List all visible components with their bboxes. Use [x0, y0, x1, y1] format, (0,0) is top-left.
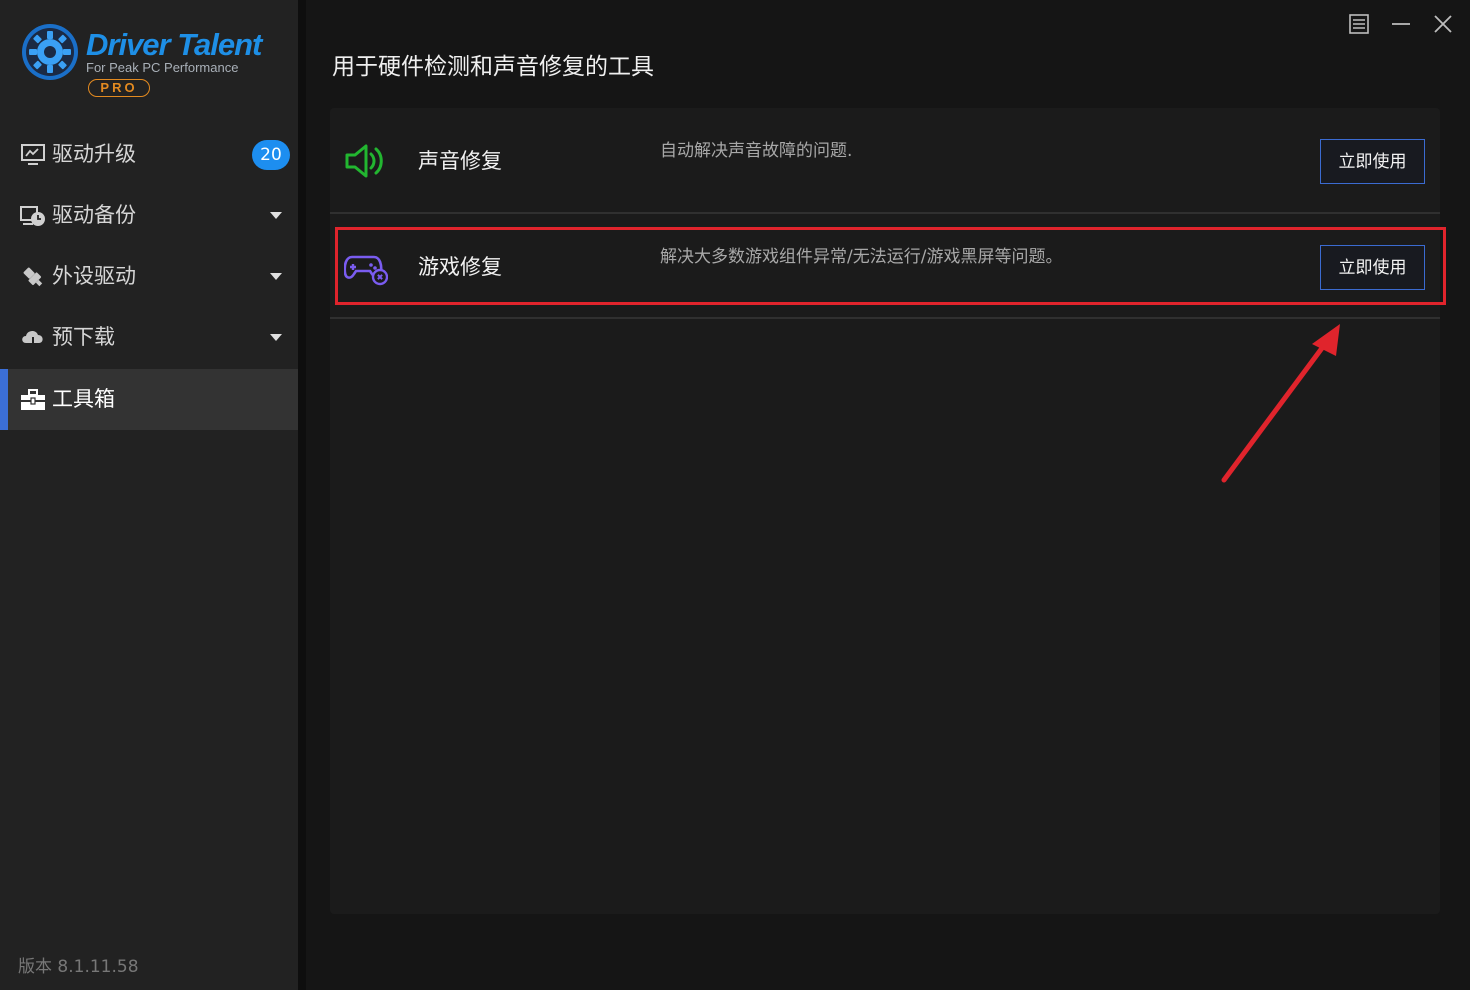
row-divider — [330, 317, 1440, 319]
close-icon[interactable] — [1429, 10, 1457, 38]
tool-name: 声音修复 — [418, 149, 502, 173]
chevron-down-icon[interactable] — [270, 334, 282, 341]
sidebar-item-peripheral-drivers[interactable]: 外设驱动 — [0, 246, 298, 307]
use-now-button-game-repair[interactable]: 立即使用 — [1320, 245, 1425, 290]
speaker-icon — [345, 144, 383, 178]
sidebar-item-label: 外设驱动 — [52, 264, 136, 288]
gamepad-icon — [344, 255, 388, 286]
page-title: 用于硬件检测和声音修复的工具 — [332, 54, 654, 80]
app-version: 版本 8.1.11.58 — [18, 957, 139, 977]
tool-row-game-repair: 游戏修复 解决大多数游戏组件异常/无法运行/游戏黑屏等问题。 立即使用 — [330, 214, 1440, 318]
sidebar-item-label: 驱动备份 — [52, 203, 136, 227]
gear-logo-icon — [22, 24, 78, 80]
toolbox-icon — [21, 389, 45, 410]
tool-name: 游戏修复 — [418, 255, 502, 279]
use-now-button-sound-repair[interactable]: 立即使用 — [1320, 139, 1425, 184]
chevron-down-icon[interactable] — [270, 212, 282, 219]
tool-description: 解决大多数游戏组件异常/无法运行/游戏黑屏等问题。 — [660, 247, 1063, 267]
sidebar-item-driver-backup[interactable]: 驱动备份 — [0, 185, 298, 246]
sidebar-item-pre-download[interactable]: 预下载 — [0, 307, 298, 368]
sidebar-divider — [298, 0, 306, 990]
usb-plug-icon — [23, 267, 43, 287]
menu-icon[interactable] — [1345, 10, 1373, 38]
sidebar: Driver Talent For Peak PC Performance PR… — [0, 0, 298, 990]
sidebar-item-label: 工具箱 — [52, 387, 115, 411]
logo-subtitle: For Peak PC Performance — [86, 60, 239, 75]
logo-edition-badge: PRO — [88, 79, 150, 97]
monitor-icon — [21, 144, 45, 165]
backup-clock-icon — [20, 206, 45, 226]
tool-row-sound-repair: 声音修复 自动解决声音故障的问题. 立即使用 — [330, 108, 1440, 212]
minimize-icon[interactable] — [1387, 10, 1415, 38]
logo-title: Driver Talent — [86, 27, 262, 62]
sidebar-item-label: 驱动升级 — [52, 142, 136, 166]
app-logo: Driver Talent For Peak PC Performance PR… — [20, 22, 270, 102]
update-count-badge: 20 — [252, 140, 290, 170]
sidebar-item-driver-upgrade[interactable]: 驱动升级 20 — [0, 124, 298, 185]
sidebar-item-label: 预下载 — [52, 325, 115, 349]
cloud-download-icon — [22, 330, 43, 350]
sidebar-item-toolbox[interactable]: 工具箱 — [0, 369, 298, 430]
tool-description: 自动解决声音故障的问题. — [660, 141, 853, 161]
chevron-down-icon[interactable] — [270, 273, 282, 280]
